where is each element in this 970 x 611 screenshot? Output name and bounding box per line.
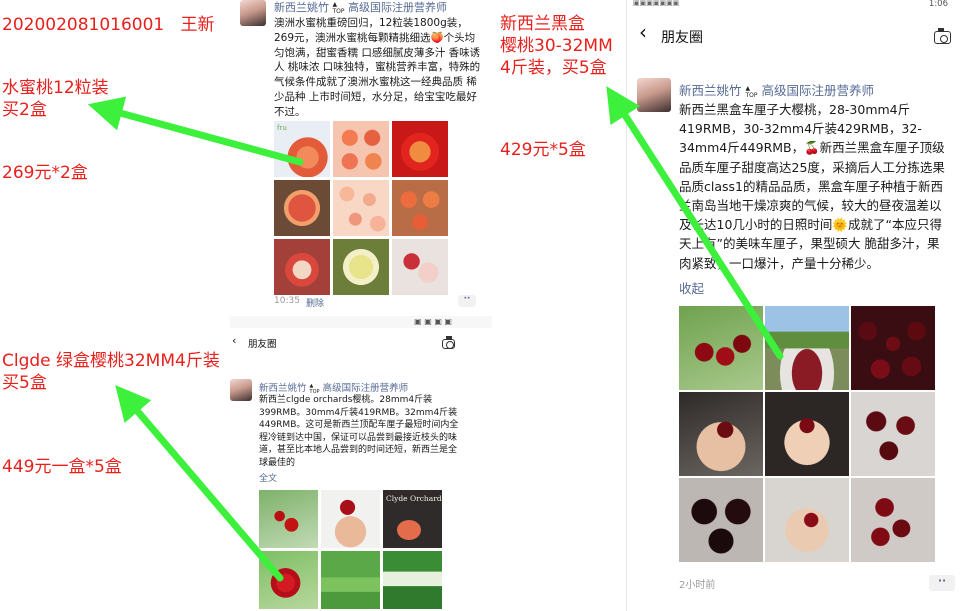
cherry-branch-image[interactable] bbox=[259, 490, 318, 548]
avatar bbox=[637, 78, 671, 112]
comment-menu-button[interactable]: ·· bbox=[929, 575, 955, 591]
cherry-bag-image[interactable] bbox=[259, 551, 318, 609]
back-arrow-icon[interactable]: ‹ bbox=[232, 334, 236, 347]
box-brand-label: Clyde Orchard bbox=[386, 494, 442, 503]
header-title: 朋友圈 bbox=[248, 339, 277, 350]
peach-yellow-image[interactable] bbox=[333, 239, 389, 295]
status-bar-left: ▣ ▣ ▣ ▣ bbox=[230, 316, 492, 328]
price1-annotation: 269元*2盒 bbox=[2, 163, 88, 183]
cherry-palm-image[interactable] bbox=[679, 392, 763, 476]
cherry-boxes-image[interactable] bbox=[679, 478, 763, 562]
expand-link[interactable]: 全文 bbox=[259, 471, 277, 484]
cherry-orchard-box-image[interactable] bbox=[765, 306, 849, 390]
cherry-hand-image[interactable] bbox=[321, 490, 380, 548]
camera-icon[interactable] bbox=[442, 336, 455, 349]
avatar bbox=[230, 379, 252, 401]
item3-annotation: 新西兰黑盒 樱桃30-32MM 4斤装，买5盒 bbox=[500, 14, 613, 78]
clgde-orchards-box-image[interactable]: Clyde Orchard bbox=[383, 490, 442, 548]
collapse-link[interactable]: 收起 bbox=[679, 278, 704, 297]
post-text: 澳洲水蜜桃重磅回归，12粒装1800g装，269元，澳洲水蜜桃每颗精挑细选🍑个头… bbox=[274, 17, 481, 118]
photo-grid bbox=[679, 306, 936, 563]
post-text: 新西兰clgde orchards樱桃。28mm4斤装399RMB。30mm4斤… bbox=[259, 395, 459, 468]
peach-tray-image[interactable] bbox=[333, 121, 389, 177]
cherry-pile-image[interactable] bbox=[851, 306, 935, 390]
author-name-text: 新西兰姚竹 bbox=[679, 83, 742, 98]
author-name-text: 新西兰姚竹 bbox=[274, 1, 329, 14]
peach-half-image[interactable] bbox=[274, 239, 330, 295]
top-badge-icon: ▲ TOP bbox=[332, 1, 345, 15]
post-text: 新西兰黑盒车厘子大樱桃，28-30mm4斤419RMB，30-32mm4斤装42… bbox=[679, 102, 945, 271]
cherry-cluster-image[interactable] bbox=[679, 306, 763, 390]
cherry-tray-top-image[interactable] bbox=[851, 478, 935, 562]
author-name[interactable]: 新西兰姚竹 ▲ TOP 高级国际注册营养师 bbox=[259, 380, 408, 395]
status-bar: ▣▣▣▣▣▣▣ 1:06 bbox=[633, 0, 948, 9]
cherry-trays-image[interactable] bbox=[851, 392, 935, 476]
photo-grid: fru bbox=[274, 121, 448, 295]
peach-whole-image[interactable] bbox=[274, 180, 330, 236]
cherry-pack-image[interactable] bbox=[383, 551, 442, 609]
price2-annotation: 449元一盒*5盒 bbox=[2, 457, 122, 477]
back-arrow-icon[interactable]: ‹ bbox=[639, 22, 647, 42]
blackbox-post-screenshot: ▣▣▣▣▣▣▣ 1:06 ‹ 朋友圈 新西兰姚竹 ▲ TOP 高级国际注册营养师 … bbox=[627, 0, 970, 611]
author-title-text: 高级国际注册营养师 bbox=[761, 83, 875, 98]
peach-box-image[interactable]: fru bbox=[274, 121, 330, 177]
header-title: 朋友圈 bbox=[661, 30, 703, 46]
price3-annotation: 429元*5盒 bbox=[500, 140, 586, 160]
status-time: 1:06 bbox=[928, 0, 948, 9]
clgde-green-boxes-image[interactable] bbox=[321, 551, 380, 609]
author-name-text: 新西兰姚竹 bbox=[259, 383, 307, 394]
delete-link[interactable]: 删除 bbox=[306, 296, 324, 309]
avatar bbox=[240, 0, 266, 26]
author-title-text: 高级国际注册营养师 bbox=[322, 383, 409, 394]
comment-menu-button[interactable]: ·· bbox=[458, 295, 476, 307]
top-badge-icon: ▲ TOP bbox=[309, 382, 320, 395]
item1-annotation: 水蜜桃12粒装 买2盒 bbox=[2, 78, 109, 120]
peach-crate-image[interactable] bbox=[392, 180, 448, 236]
post-time: 10:35 bbox=[274, 296, 300, 306]
peach-red-box-image[interactable] bbox=[392, 121, 448, 177]
author-name[interactable]: 新西兰姚竹 ▲ TOP 高级国际注册营养师 bbox=[274, 0, 447, 15]
peach-post-screenshot: 新西兰姚竹 ▲ TOP 高级国际注册营养师 澳洲水蜜桃重磅回归，12粒装1800g… bbox=[230, 0, 492, 316]
item2-annotation: Clgde 绿盒樱桃32MM4斤装 买5盒 bbox=[2, 351, 220, 393]
camera-icon[interactable] bbox=[934, 28, 951, 44]
post-time: 2小时前 bbox=[679, 580, 716, 591]
photo-grid: Clyde Orchard bbox=[259, 490, 443, 611]
author-title-text: 高级国际注册营养师 bbox=[348, 1, 448, 14]
clgde-post-screenshot: ‹ 朋友圈 新西兰姚竹 ▲ TOP 高级国际注册营养师 新西兰clgde orch… bbox=[224, 330, 466, 611]
post-time-text: 10:35 bbox=[274, 296, 300, 306]
peach-slices-image[interactable] bbox=[392, 239, 448, 295]
cherry-single-hand-image[interactable] bbox=[765, 392, 849, 476]
top-badge-icon: ▲ TOP bbox=[745, 84, 758, 99]
cherry-hold-image[interactable] bbox=[765, 478, 849, 562]
order-id-annotation: 202002081016001 王新 bbox=[2, 15, 215, 35]
peach-pile-image[interactable] bbox=[333, 180, 389, 236]
author-name[interactable]: 新西兰姚竹 ▲ TOP 高级国际注册营养师 bbox=[679, 80, 874, 99]
